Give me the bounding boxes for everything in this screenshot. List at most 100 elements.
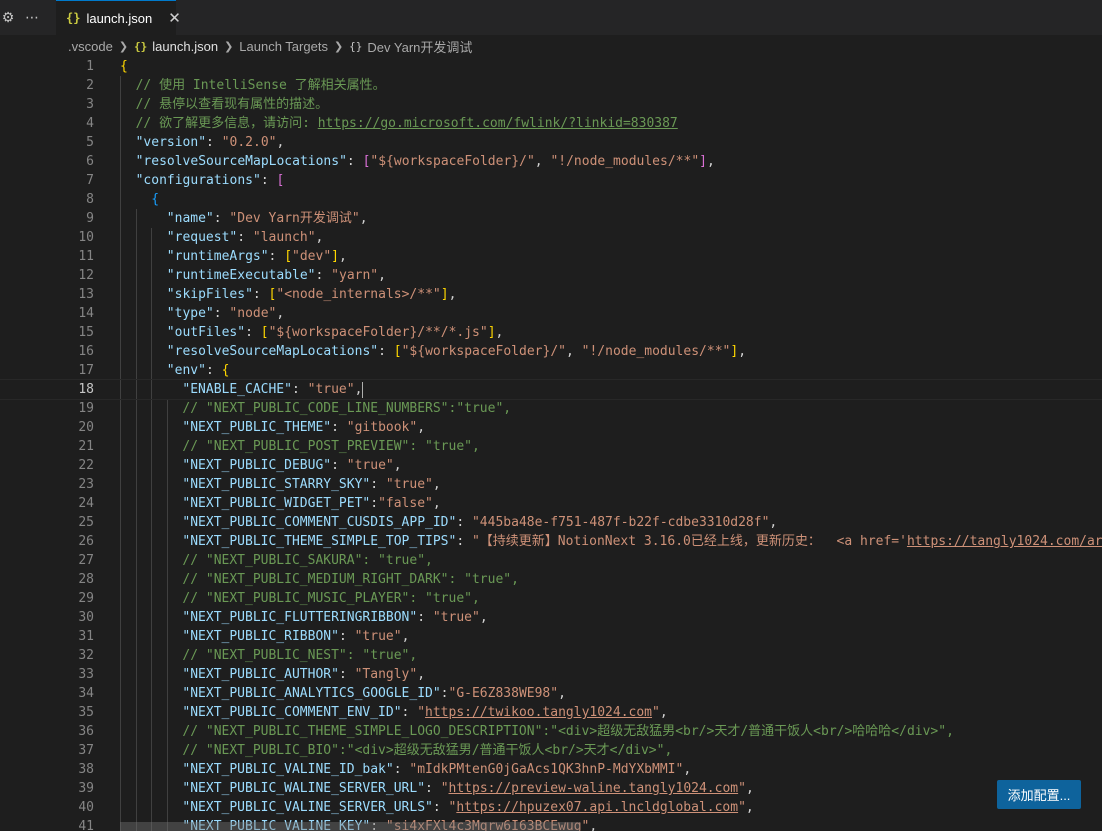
code-line[interactable]: 7 "configurations": [: [0, 171, 1102, 190]
code-token: :: [370, 477, 386, 492]
code-token: // "NEXT_PUBLIC_SAKURA": "true",: [182, 553, 433, 568]
code-line[interactable]: 11 "runtimeArgs": ["dev"],: [0, 247, 1102, 266]
line-content: "NEXT_PUBLIC_WALINE_SERVER_URL": "https:…: [182, 779, 753, 798]
code-line[interactable]: 17 "env": {: [0, 361, 1102, 380]
code-line[interactable]: 33 "NEXT_PUBLIC_AUTHOR": "Tangly",: [0, 665, 1102, 684]
code-token: ,: [432, 496, 441, 511]
code-token: :: [291, 382, 308, 397]
code-editor[interactable]: 1{2// 使用 IntelliSense 了解相关属性。 3// 悬停以查看现有…: [0, 57, 1102, 831]
line-content: "NEXT_PUBLIC_THEME": "gitbook",: [182, 418, 425, 437]
code-line[interactable]: 24 "NEXT_PUBLIC_WIDGET_PET":"false",: [0, 494, 1102, 513]
code-token: "Dev Yarn开发调试": [229, 211, 360, 226]
code-token: "G-E6Z838WE98": [448, 686, 559, 701]
line-number: 41: [78, 819, 94, 831]
code-token: "resolveSourceMapLocations": [166, 344, 379, 359]
line-number: 32: [78, 648, 94, 663]
code-line[interactable]: 13 "skipFiles": ["<node_internals>/**"],: [0, 285, 1102, 304]
code-token: "NEXT_PUBLIC_ANALYTICS_GOOGLE_ID": [182, 686, 441, 701]
code-line[interactable]: 16 "resolveSourceMapLocations": ["${works…: [0, 342, 1102, 361]
code-line[interactable]: 20 "NEXT_PUBLIC_THEME": "gitbook",: [0, 418, 1102, 437]
code-token: ,: [432, 477, 441, 492]
code-line[interactable]: 26 "NEXT_PUBLIC_THEME_SIMPLE_TOP_TIPS": "…: [0, 532, 1102, 551]
breadcrumb: .vscode ❯ {} launch.json ❯ Launch Target…: [0, 35, 1102, 57]
code-line[interactable]: 2 // 使用 IntelliSense 了解相关属性。: [0, 76, 1102, 95]
code-line[interactable]: 10 "request": "launch",: [0, 228, 1102, 247]
line-content: "configurations": [: [136, 171, 285, 190]
code-line[interactable]: 9 "name": "Dev Yarn开发调试",: [0, 209, 1102, 228]
code-token: :: [346, 154, 363, 169]
code-line[interactable]: 8{: [0, 190, 1102, 209]
line-content: "type": "node",: [167, 304, 284, 323]
code-token: :: [260, 173, 277, 188]
code-line[interactable]: 4 // 欲了解更多信息，请访问: https://go.microsoft.co…: [0, 114, 1102, 133]
line-number: 18: [78, 382, 94, 397]
line-number: 14: [78, 306, 94, 321]
code-token: ,: [745, 781, 754, 796]
code-token: "!/node_modules/**": [581, 344, 731, 359]
code-line[interactable]: 25 "NEXT_PUBLIC_COMMENT_CUSDIS_APP_ID": "…: [0, 513, 1102, 532]
code-token: "true": [346, 458, 394, 473]
code-line[interactable]: 29 // "NEXT_PUBLIC_MUSIC_PLAYER": "true",: [0, 589, 1102, 608]
code-token: ,: [534, 154, 551, 169]
code-line[interactable]: 12 "runtimeExecutable": "yarn",: [0, 266, 1102, 285]
code-line[interactable]: 36 // "NEXT_PUBLIC_THEME_SIMPLE_LOGO_DESC…: [0, 722, 1102, 741]
code-line[interactable]: 28 // "NEXT_PUBLIC_MEDIUM_RIGHT_DARK": "t…: [0, 570, 1102, 589]
code-line[interactable]: 38 "NEXT_PUBLIC_VALINE_ID_bak": "mIdkPMte…: [0, 760, 1102, 779]
code-line[interactable]: 3 // 悬停以查看现有属性的描述。: [0, 95, 1102, 114]
code-line[interactable]: 22 "NEXT_PUBLIC_DEBUG": "true",: [0, 456, 1102, 475]
code-token: "NEXT_PUBLIC_RIBBON": [182, 629, 339, 644]
code-line[interactable]: 39 "NEXT_PUBLIC_WALINE_SERVER_URL": "http…: [0, 779, 1102, 798]
code-line[interactable]: 1{: [0, 57, 1102, 76]
more-actions-icon[interactable]: ⋯: [24, 10, 40, 26]
breadcrumb-launch-json[interactable]: launch.json: [152, 39, 218, 54]
code-line[interactable]: 27 // "NEXT_PUBLIC_SAKURA": "true",: [0, 551, 1102, 570]
line-number: 24: [78, 496, 94, 511]
line-content: {: [120, 57, 128, 76]
code-line[interactable]: 40 "NEXT_PUBLIC_VALINE_SERVER_URLS": "htt…: [0, 798, 1102, 817]
breadcrumb-vscode[interactable]: .vscode: [68, 39, 113, 54]
line-number: 39: [78, 781, 94, 796]
close-icon[interactable]: ✕: [168, 9, 181, 27]
code-token: [: [276, 173, 285, 188]
code-token: // "NEXT_PUBLIC_MEDIUM_RIGHT_DARK": "tru…: [182, 572, 519, 587]
breadcrumb-config[interactable]: Dev Yarn开发调试: [367, 37, 472, 56]
code-line[interactable]: 18 "ENABLE_CACHE": "true",: [0, 379, 1102, 400]
code-line[interactable]: 14 "type": "node",: [0, 304, 1102, 323]
line-number: 1: [86, 59, 94, 74]
code-token: "launch": [252, 230, 316, 245]
code-line[interactable]: 34 "NEXT_PUBLIC_ANALYTICS_GOOGLE_ID":"G-E…: [0, 684, 1102, 703]
line-content: "NEXT_PUBLIC_COMMENT_CUSDIS_APP_ID": "44…: [182, 513, 777, 532]
code-line[interactable]: 37 // "NEXT_PUBLIC_BIO":"<div>超级无敌猛男/普通干饭…: [0, 741, 1102, 760]
code-token: // 悬停以查看现有属性的描述。: [135, 97, 329, 112]
code-token: :: [206, 135, 222, 150]
line-number: 10: [78, 230, 94, 245]
code-token: {: [151, 192, 160, 207]
scrollbar-thumb[interactable]: [120, 822, 580, 831]
code-line[interactable]: 19 // "NEXT_PUBLIC_CODE_LINE_NUMBERS":"tr…: [0, 399, 1102, 418]
line-number: 8: [86, 192, 94, 207]
code-token: :: [338, 629, 355, 644]
line-number: 33: [78, 667, 94, 682]
code-line[interactable]: 30 "NEXT_PUBLIC_FLUTTERINGRIBBON": "true"…: [0, 608, 1102, 627]
code-line[interactable]: 31 "NEXT_PUBLIC_RIBBON": "true",: [0, 627, 1102, 646]
code-line[interactable]: 6 "resolveSourceMapLocations": ["${worksp…: [0, 152, 1102, 171]
code-line[interactable]: 35 "NEXT_PUBLIC_COMMENT_ENV_ID": "https:/…: [0, 703, 1102, 722]
line-number: 38: [78, 762, 94, 777]
code-token: "NEXT_PUBLIC_VALINE_ID_bak": [182, 762, 394, 777]
code-token: "Tangly": [354, 667, 418, 682]
horizontal-scrollbar[interactable]: [120, 822, 1102, 831]
code-token: // "NEXT_PUBLIC_POST_PREVIEW": "true",: [182, 439, 480, 454]
breadcrumb-launch-targets[interactable]: Launch Targets: [239, 39, 328, 54]
gear-icon[interactable]: ⚙: [0, 10, 16, 26]
code-line[interactable]: 21 // "NEXT_PUBLIC_POST_PREVIEW": "true",: [0, 437, 1102, 456]
code-line[interactable]: 5 "version": "0.2.0",: [0, 133, 1102, 152]
code-token: // 使用 IntelliSense 了解相关属性。: [135, 78, 386, 93]
code-token: "NEXT_PUBLIC_FLUTTERINGRIBBON": [182, 610, 418, 625]
code-line[interactable]: 15 "outFiles": ["${workspaceFolder}/**/*.…: [0, 323, 1102, 342]
code-line[interactable]: 32 // "NEXT_PUBLIC_NEST": "true",: [0, 646, 1102, 665]
line-content: // "NEXT_PUBLIC_MUSIC_PLAYER": "true",: [182, 589, 479, 608]
tab-label: launch.json: [86, 10, 153, 26]
add-configuration-button[interactable]: 添加配置...: [997, 780, 1081, 809]
tab-launch-json[interactable]: {} launch.json ✕: [56, 0, 181, 35]
code-line[interactable]: 23 "NEXT_PUBLIC_STARRY_SKY": "true",: [0, 475, 1102, 494]
